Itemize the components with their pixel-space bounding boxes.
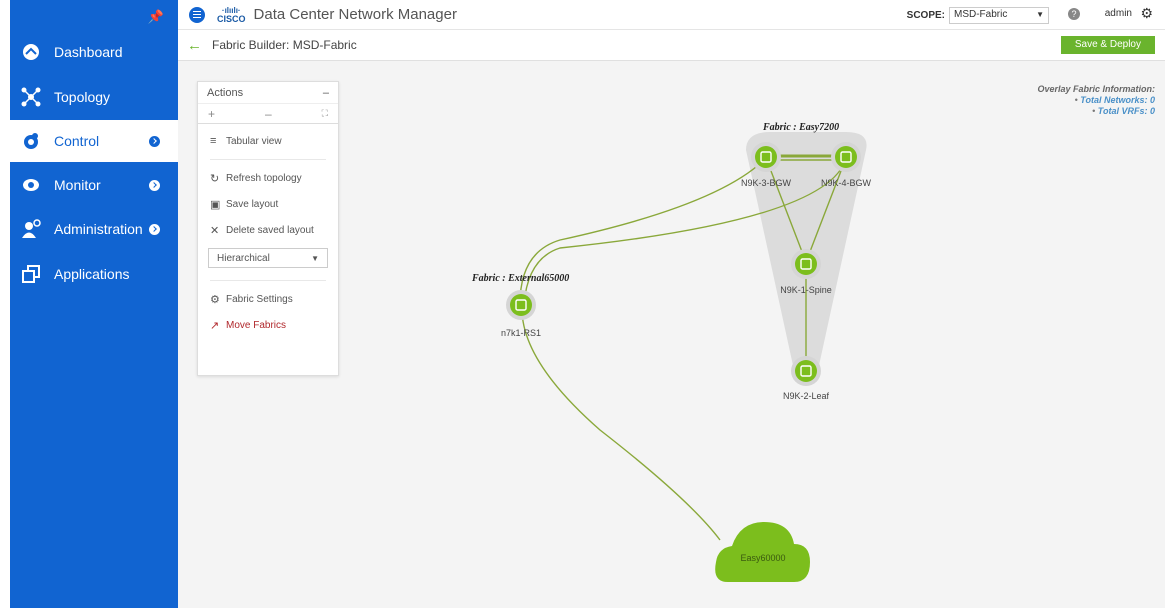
sidebar-item-applications[interactable]: Applications — [10, 253, 178, 295]
sidebar-item-dashboard[interactable]: Dashboard — [10, 31, 178, 73]
close-icon: ✕ — [210, 224, 220, 237]
zoom-in-icon[interactable]: + — [208, 107, 215, 121]
sidebar-item-label: Dashboard — [54, 44, 123, 60]
chevron-right-icon — [149, 135, 160, 147]
dashboard-icon — [20, 41, 42, 63]
caret-down-icon: ▼ — [1036, 10, 1044, 19]
page-title: Fabric Builder: MSD-Fabric — [212, 38, 357, 52]
overlay-networks: • Total Networks: 0 — [1074, 95, 1155, 105]
move-fabrics-link[interactable]: ↗ Move Fabrics — [198, 312, 338, 338]
sidebar: 📌 Dashboard Topology Control Monitor Adm… — [10, 0, 178, 608]
fit-screen-icon[interactable]: ⛶ — [322, 108, 328, 119]
applications-icon — [20, 263, 42, 285]
user-menu[interactable]: admin — [1105, 8, 1132, 19]
refresh-icon: ↻ — [210, 172, 220, 185]
zoom-out-icon[interactable]: – — [265, 107, 272, 121]
sidebar-item-control[interactable]: Control — [10, 120, 178, 162]
tabular-view-link[interactable]: ≡ Tabular view — [198, 128, 338, 154]
chevron-right-icon — [149, 223, 160, 235]
menu-icon[interactable] — [189, 6, 205, 23]
svg-text:N9K-1-Spine: N9K-1-Spine — [780, 285, 832, 295]
delete-layout-link[interactable]: ✕ Delete saved layout — [198, 217, 338, 243]
sidebar-item-monitor[interactable]: Monitor — [10, 164, 178, 206]
save-layout-link[interactable]: ▣ Save layout — [198, 191, 338, 217]
save-deploy-button[interactable]: Save & Deploy — [1060, 36, 1155, 54]
collapse-icon[interactable]: – — [323, 87, 329, 99]
svg-text:N9K-2-Leaf: N9K-2-Leaf — [783, 391, 830, 401]
scope-select[interactable]: MSD-Fabric ▼ — [949, 7, 1049, 24]
svg-text:N9K-4-BGW: N9K-4-BGW — [821, 178, 872, 188]
cisco-logo: ·ılıılı· CISCO — [217, 5, 246, 24]
caret-down-icon: ▼ — [311, 253, 319, 263]
top-bar: ·ılıılı· CISCO Data Center Network Manag… — [178, 0, 1165, 30]
chevron-right-icon — [149, 179, 160, 191]
svg-text:N9K-3-BGW: N9K-3-BGW — [741, 178, 792, 188]
gear-icon: ⚙ — [210, 293, 220, 306]
divider — [210, 159, 326, 160]
divider — [210, 280, 326, 281]
fabric-settings-link[interactable]: ⚙ Fabric Settings — [198, 286, 338, 312]
pin-icon[interactable]: 📌 — [148, 9, 164, 25]
topology-icon — [20, 86, 42, 108]
scope-label: SCOPE: — [906, 10, 945, 21]
actions-header: Actions – — [198, 82, 338, 104]
sidebar-item-label: Administration — [54, 221, 143, 237]
back-arrow-icon[interactable]: ← — [187, 37, 202, 54]
sidebar-item-label: Monitor — [54, 177, 101, 193]
sidebar-item-label: Topology — [54, 89, 111, 105]
save-icon: ▣ — [210, 198, 221, 211]
sub-header: ← Fabric Builder: MSD-Fabric Save & Depl… — [178, 30, 1165, 61]
overlay-fabric-info: Overlay Fabric Information: • Total Netw… — [1037, 84, 1155, 117]
list-icon: ≡ — [210, 135, 217, 147]
eye-icon — [20, 174, 42, 196]
refresh-topology-link[interactable]: ↻ Refresh topology — [198, 165, 338, 191]
app-title: Data Center Network Manager — [253, 6, 457, 23]
svg-text:n7k1-RS1: n7k1-RS1 — [501, 328, 541, 338]
actions-panel: Actions – + – ⛶ ≡ Tabular view ↻ Refresh… — [197, 81, 339, 376]
zoom-controls: + – ⛶ — [198, 104, 338, 124]
help-icon[interactable]: ? — [1068, 8, 1080, 20]
sidebar-item-label: Applications — [54, 266, 130, 282]
admin-icon — [20, 218, 42, 240]
overlay-title: Overlay Fabric Information: — [1037, 84, 1155, 94]
svg-text:Easy60000: Easy60000 — [740, 553, 785, 563]
scope-control: SCOPE: MSD-Fabric ▼ — [907, 7, 1049, 24]
overlay-vrfs: • Total VRFs: 0 — [1092, 106, 1155, 116]
external-link-icon: ↗ — [210, 319, 220, 332]
sidebar-item-topology[interactable]: Topology — [10, 76, 178, 118]
control-icon — [20, 130, 42, 152]
sidebar-item-administration[interactable]: Administration — [10, 208, 178, 250]
gear-icon[interactable]: ⚙ — [1140, 5, 1153, 22]
layout-select[interactable]: Hierarchical ▼ — [208, 248, 328, 268]
actions-title: Actions — [207, 86, 244, 99]
sidebar-item-label: Control — [54, 133, 100, 149]
